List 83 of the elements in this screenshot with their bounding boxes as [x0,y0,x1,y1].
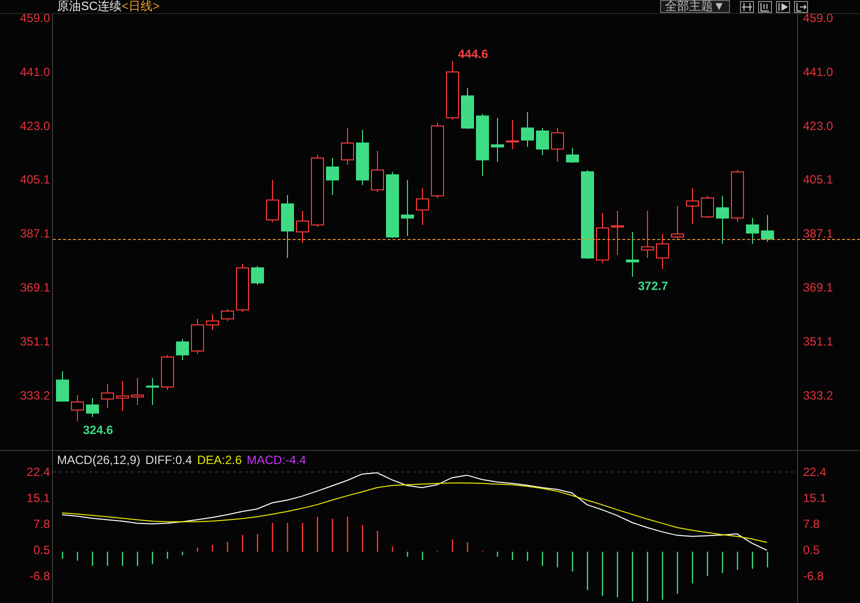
price-axis-label: 369.1 [20,280,50,295]
candlestick [596,212,609,264]
candlestick [56,370,69,402]
macd-axis-label: 7.8 [803,516,820,531]
candlestick [356,129,369,186]
candlestick [506,119,519,150]
candlestick [236,263,249,312]
period-label[interactable]: <日线> [122,0,160,13]
indicator-legend-text: DIFF:0.4 [145,453,192,467]
price-extreme-label: 372.7 [638,278,668,293]
indicator-legend-text: DEA:2.6 [197,453,242,467]
price-axis-label: 405.1 [20,172,50,187]
price-axis-label: 387.1 [20,226,50,241]
candlestick [206,314,219,330]
candlestick [176,338,189,360]
candlestick [101,383,114,408]
price-axis-label: 441.0 [20,64,50,79]
candlestick [551,128,564,162]
window-icon[interactable] [758,0,772,12]
macd-axis-label: 7.8 [33,516,50,531]
candlestick [266,179,279,222]
price-axis-label: 423.0 [803,118,834,133]
candlestick [191,318,204,354]
candlestick [461,87,474,130]
candlestick [671,206,684,240]
indicator-title: MACD(26,12,9) [57,453,140,467]
candlestick [746,218,759,244]
price-axis-label: 441.0 [803,64,834,79]
play-icon[interactable] [776,0,790,12]
candlestick [296,210,309,244]
macd-axis-label: -6.8 [29,568,50,583]
candlestick [251,266,264,286]
price-axis-label: 351.1 [803,334,834,349]
candlestick [416,188,429,226]
price-axis-label: 405.1 [803,172,834,187]
candlestick [686,188,699,225]
macd-axis-label: 22.4 [26,465,50,479]
candlestick [221,308,234,322]
candlestick [491,117,504,162]
candlestick [446,60,459,120]
instrument-title: 原油SC连续 [57,0,122,13]
macd-axis-label: 0.5 [803,542,820,557]
macd-axis-label: 15.1 [803,490,826,505]
candlestick [476,113,489,177]
price-extreme-label: 324.6 [83,423,114,438]
export-icon[interactable] [794,0,808,12]
candlestick [656,233,669,270]
macd-axis-label: 0.5 [33,542,50,557]
candlestick [521,111,534,148]
candlestick [86,398,99,418]
price-axis-label: 423.0 [20,118,50,133]
candlestick [146,377,159,406]
candlestick [71,394,84,422]
price-axis-label: 333.2 [20,388,50,402]
candlestick [326,158,339,196]
candlestick [761,214,774,243]
macd-axis-label: 22.4 [803,465,826,479]
candlestick [341,128,354,166]
candlestick [701,195,714,219]
candlestick [536,128,549,156]
candlestick [401,179,414,237]
price-axis-label: 369.1 [803,280,834,295]
candlestick [626,231,639,278]
candlestick [131,377,144,406]
candlestick [731,170,744,222]
macd-axis-label: -6.8 [803,568,824,583]
macd-axis-label: 15.1 [26,490,50,505]
candlestick [566,147,579,164]
price-extreme-label: 444.6 [458,47,488,62]
candlestick [611,210,624,256]
candlestick [161,354,174,390]
candlestick [281,194,294,258]
candlestick [116,380,129,412]
indicator-legend-text: MACD:-4.4 [246,453,306,467]
theme-dropdown[interactable]: 全部主题▼ [660,0,730,13]
candlestick [386,171,399,238]
candlestick [371,150,384,192]
candlestick [716,195,729,244]
grid-icon[interactable] [740,0,754,12]
price-axis-label: 387.1 [803,226,834,241]
candlestick [641,210,654,258]
price-axis-label: 333.2 [803,388,834,402]
price-axis-label: 351.1 [20,334,50,349]
